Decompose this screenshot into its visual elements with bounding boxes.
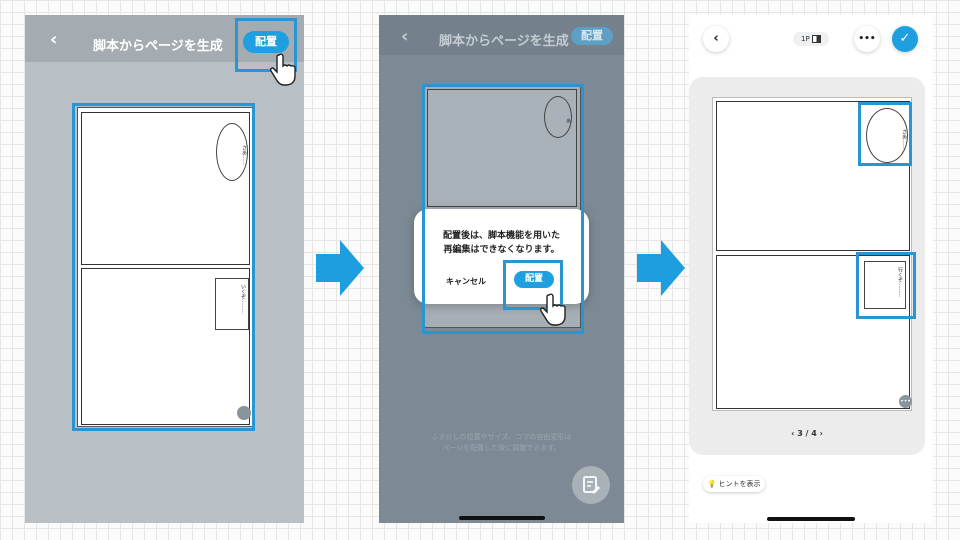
place-button[interactable]: 配置 (571, 27, 613, 45)
show-hint-label: ヒントを表示 (718, 480, 761, 488)
next-page-icon[interactable]: › (820, 429, 823, 438)
highlight-narration-box (856, 252, 916, 319)
prev-page-icon[interactable]: ‹ (791, 429, 794, 438)
highlight-page (72, 103, 255, 431)
check-icon: ✓ (899, 31, 911, 46)
back-button[interactable]: ‹ (703, 26, 729, 52)
home-indicator (767, 517, 855, 521)
highlight-speech-bubble (858, 102, 912, 166)
page-pager[interactable]: ‹ 3 / 4 › (767, 429, 847, 438)
page-layout-icon (811, 35, 821, 43)
tap-hand-icon (540, 293, 566, 326)
lightbulb-icon: 💡 (707, 480, 717, 488)
tap-hand-icon (270, 53, 296, 86)
back-chevron-icon[interactable]: ‹ (50, 29, 57, 50)
script-edit-fab[interactable] (572, 466, 610, 504)
hint-line1: ふきだしの位置やサイズ、コマの自由変形は (431, 433, 572, 441)
page-indicator: 3 / 4 (797, 429, 817, 438)
more-icon: ••• (858, 34, 876, 44)
done-button[interactable]: ✓ (892, 26, 918, 52)
page-title: 脚本からページを生成 (439, 34, 569, 49)
hint-line2: ページを配置した後に調整できます。 (442, 444, 561, 452)
show-hint-button[interactable]: 💡 ヒントを表示 (703, 476, 765, 492)
home-indicator (459, 516, 545, 520)
more-icon[interactable]: ••• (899, 395, 912, 408)
document-edit-icon (583, 476, 600, 494)
back-chevron-icon[interactable]: ‹ (401, 26, 408, 47)
page-title: 脚本からページを生成 (93, 39, 223, 54)
page-mode-toggle[interactable]: 1P (793, 32, 829, 46)
page-mode-label: 1P (801, 35, 810, 43)
more-button[interactable]: ••• (854, 26, 880, 52)
back-chevron-icon: ‹ (713, 31, 719, 46)
hint-text: ふきだしの位置やサイズ、コマの自由変形は ページを配置した後に調整できます。 (379, 432, 624, 454)
next-arrow-icon (316, 240, 364, 296)
next-arrow-icon (637, 240, 685, 296)
